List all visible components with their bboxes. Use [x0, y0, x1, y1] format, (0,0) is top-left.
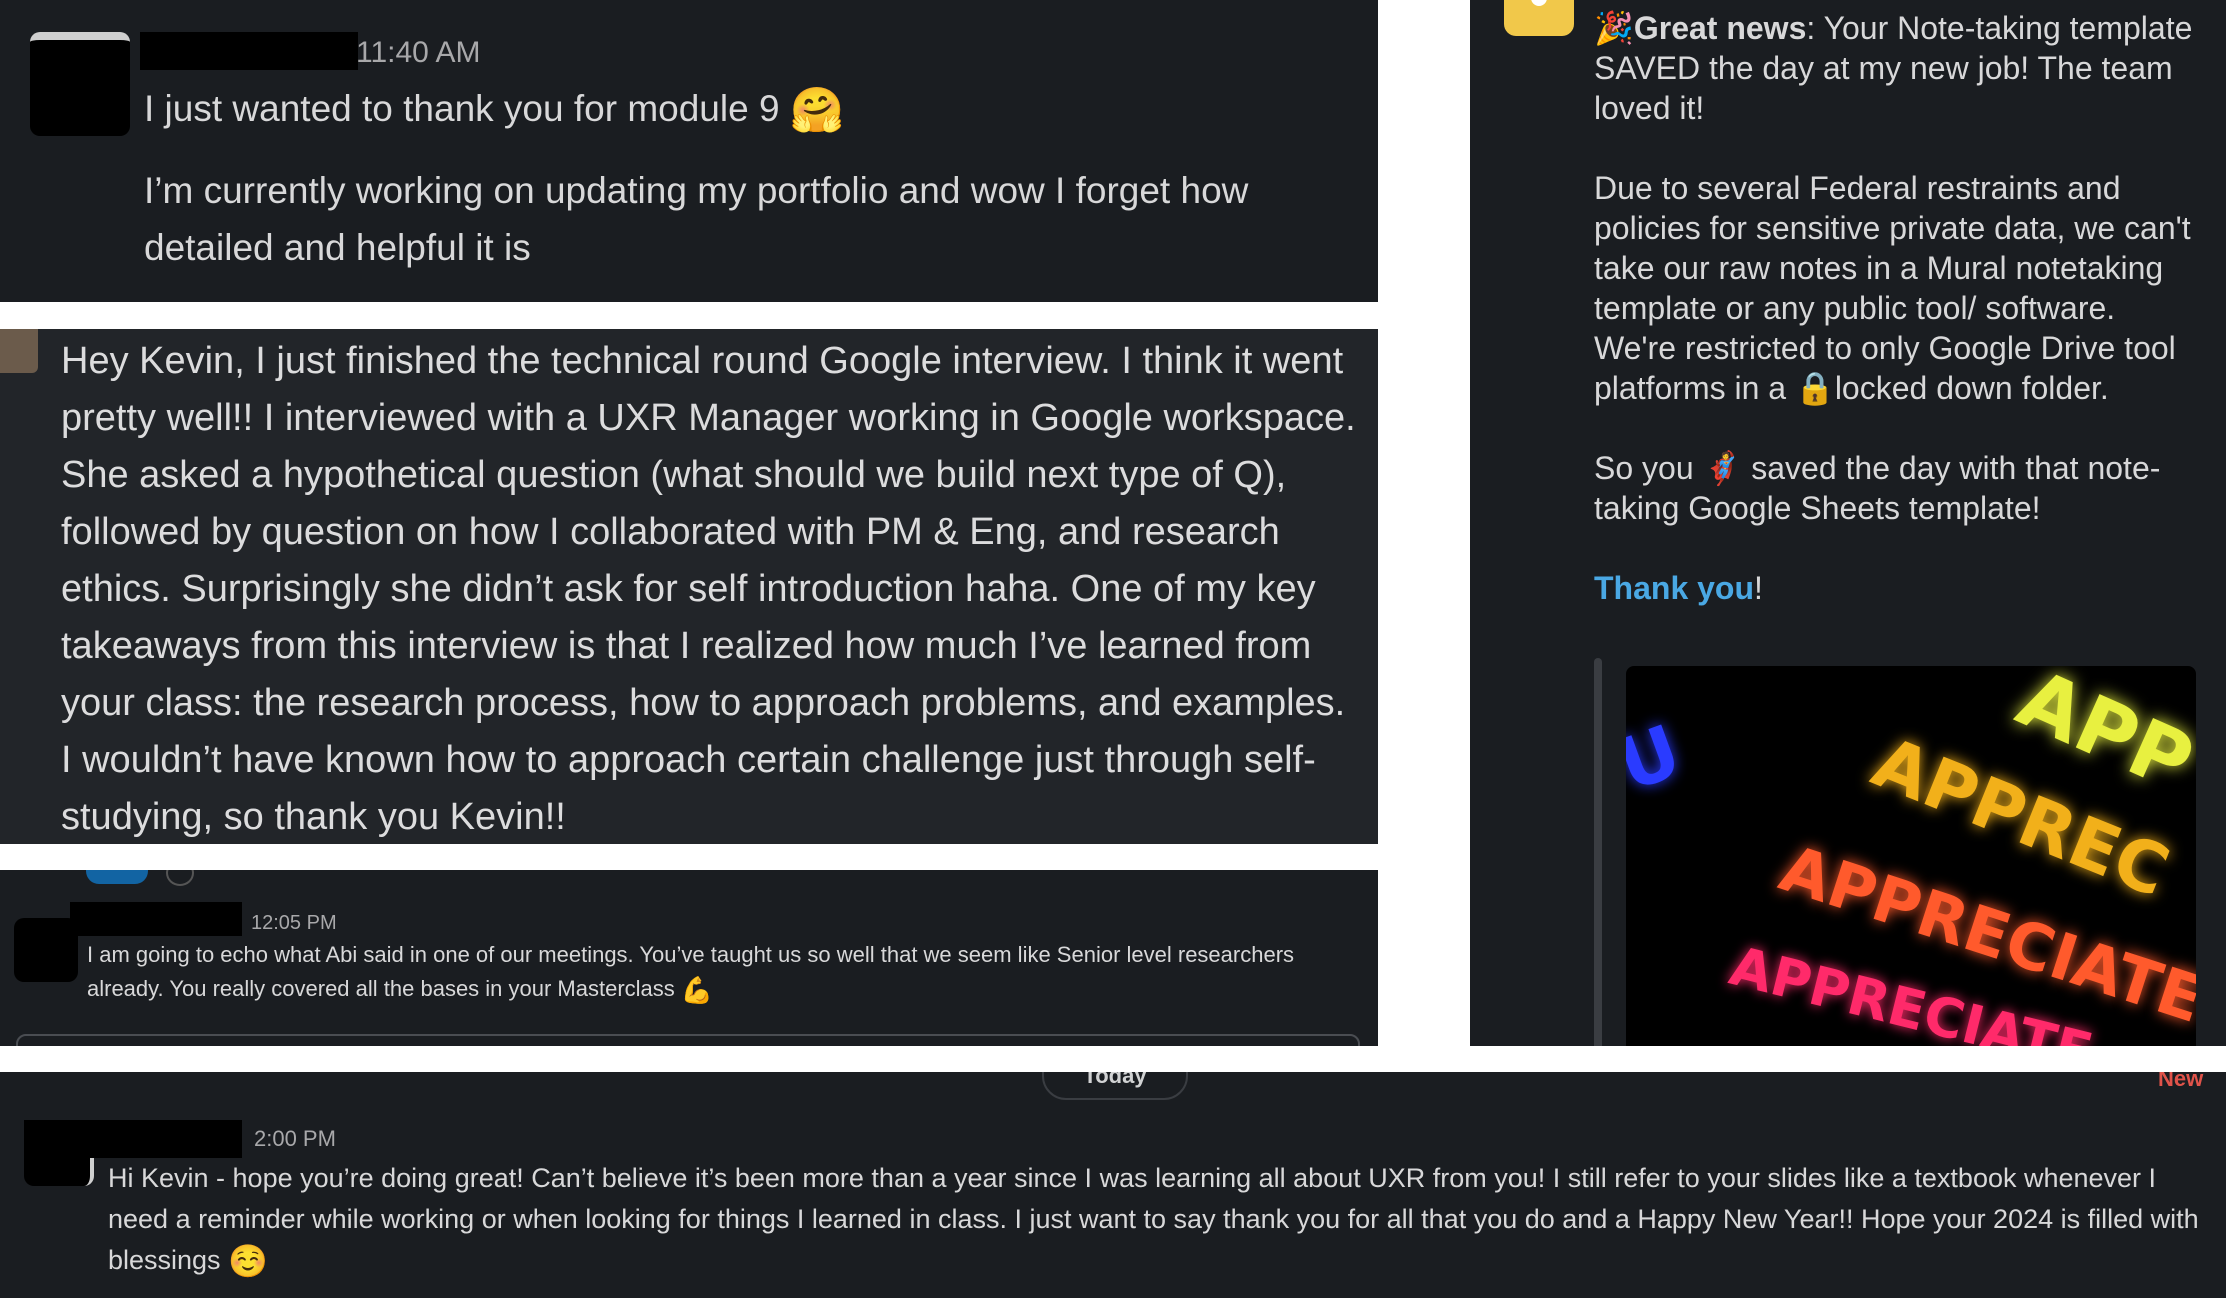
message-paragraph: So you 🦸 saved the day with that note-ta…	[1594, 448, 2204, 528]
redacted-username	[70, 902, 242, 936]
message-timestamp[interactable]: 11:40 AM	[356, 36, 481, 70]
superhero-emoji: 🦸	[1702, 450, 1743, 486]
date-divider[interactable]: Today	[1042, 1072, 1188, 1100]
message-panel-module-9: 11:40 AM I just wanted to thank you for …	[0, 0, 1378, 302]
person-icon	[1531, 0, 1547, 6]
message-line: So you	[1594, 450, 1694, 486]
great-news-heading: Great news	[1633, 10, 1807, 46]
message-panel-google-interview: Hey Kevin, I just finished the technical…	[0, 329, 1378, 844]
message-timestamp[interactable]: 12:05 PM	[251, 912, 337, 935]
redacted-username	[24, 1120, 242, 1158]
exclaim: !	[1754, 570, 1763, 606]
avatar[interactable]	[0, 329, 38, 373]
party-popper-emoji: 🎉	[1594, 10, 1634, 46]
message-line: Hi Kevin - hope you’re doing great! Can’…	[108, 1163, 2199, 1275]
message-text: I’m currently working on updating my por…	[144, 170, 1249, 268]
message-panel-great-news: 🎉Great news: Your Note-taking template S…	[1470, 0, 2226, 1046]
redacted-username	[140, 32, 358, 70]
reaction-pill[interactable]	[86, 870, 148, 884]
message-text: Hi Kevin - hope you’re doing great! Can’…	[108, 1158, 2208, 1282]
avatar[interactable]	[14, 918, 78, 982]
thank-you-line: Thank you!	[1594, 568, 2204, 608]
lock-emoji: 🔒	[1794, 370, 1835, 406]
new-messages-label: New	[2158, 1072, 2204, 1091]
message-paragraph: Due to several Federal restraints and po…	[1594, 168, 2204, 408]
avatar[interactable]	[1504, 0, 1574, 36]
message-line: I just wanted to thank you for module 9	[144, 88, 780, 129]
message-text: I am going to echo what Abi said in one …	[87, 938, 1367, 1007]
message-body: 🎉Great news: Your Note-taking template S…	[1594, 8, 2204, 608]
attachment-bar	[1594, 658, 1602, 1046]
message-line: locked down folder.	[1834, 370, 2109, 406]
gif-word: U	[1626, 708, 1692, 808]
message-paragraph: 🎉Great news: Your Note-taking template S…	[1594, 8, 2204, 128]
flexed-biceps-emoji: 💪	[680, 975, 714, 1006]
message-text: I just wanted to thank you for module 9 …	[144, 84, 845, 136]
message-panel-masterclass: 12:05 PM I am going to echo what Abi sai…	[0, 870, 1378, 1046]
message-timestamp[interactable]: 2:00 PM	[254, 1126, 336, 1152]
avatar[interactable]	[30, 32, 130, 136]
message-panel-happy-new-year: Today New 2:00 PM Hi Kevin - hope you’re…	[0, 1072, 2226, 1298]
hugging-face-emoji: 🤗	[789, 86, 845, 136]
add-reaction-icon[interactable]	[166, 870, 194, 886]
appreciate-gif[interactable]: U APP APPREC APPRECIATE APPRECIATE	[1626, 666, 2196, 1046]
message-input-box[interactable]	[16, 1034, 1360, 1046]
thank-you-link[interactable]: Thank you	[1594, 570, 1754, 606]
smiling-face-emoji: ☺️	[228, 1243, 268, 1280]
message-text: Hey Kevin, I just finished the technical…	[61, 340, 1356, 838]
